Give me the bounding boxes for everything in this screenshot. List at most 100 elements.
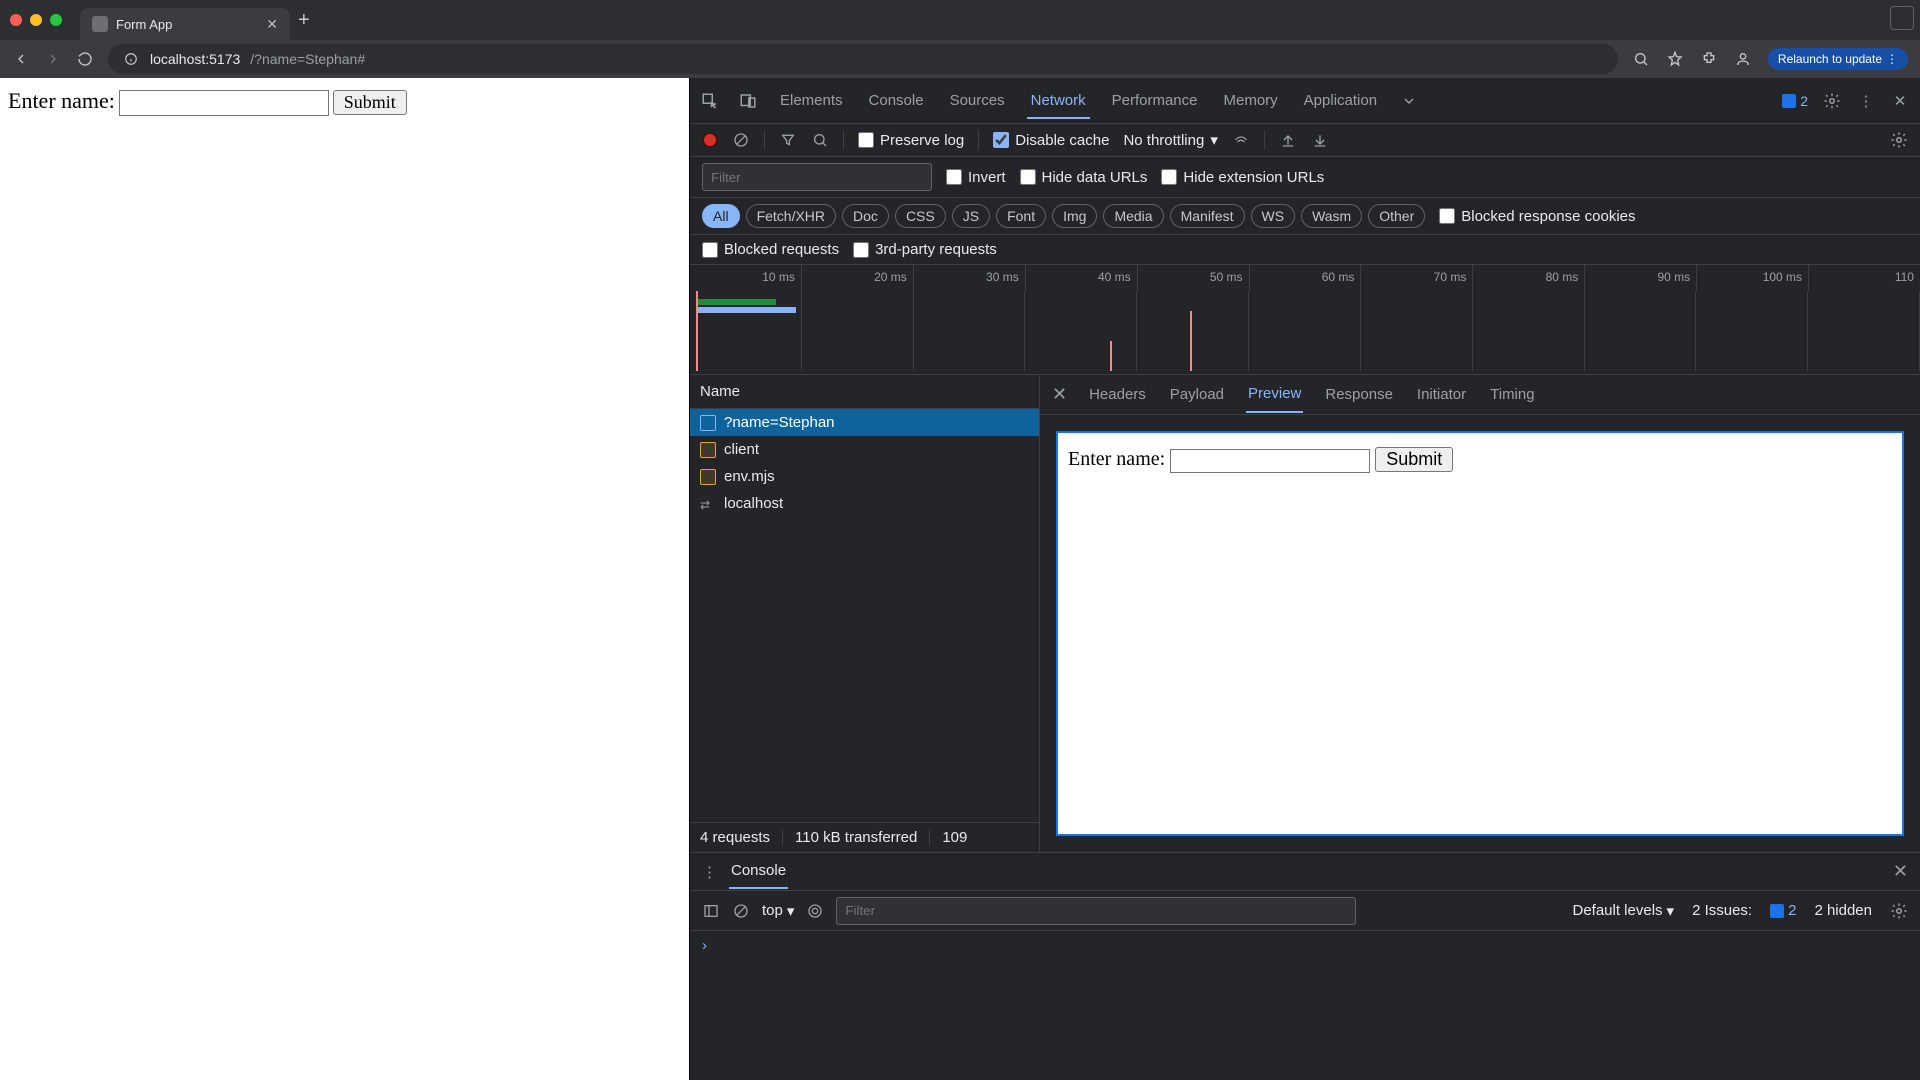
network-filter-input[interactable] xyxy=(702,163,932,191)
type-fetch[interactable]: Fetch/XHR xyxy=(746,204,836,228)
new-tab-button[interactable]: + xyxy=(298,9,310,32)
tab-sources[interactable]: Sources xyxy=(946,82,1009,119)
tab-initiator[interactable]: Initiator xyxy=(1415,377,1468,412)
zoom-icon[interactable] xyxy=(1632,50,1650,68)
tab-elements[interactable]: Elements xyxy=(776,82,847,119)
search-icon[interactable] xyxy=(811,131,829,149)
request-row[interactable]: localhost xyxy=(690,490,1039,517)
network-settings-icon[interactable] xyxy=(1890,131,1908,149)
console-prompt[interactable]: › xyxy=(690,931,1920,960)
request-list: Name ?name=Stephan client env.mjs localh… xyxy=(690,375,1040,852)
close-devtools-icon[interactable]: ✕ xyxy=(1890,91,1910,111)
type-css[interactable]: CSS xyxy=(895,204,946,228)
console-drawer: ⋮ Console ✕ top▾ Default levels▾ 2 Issue… xyxy=(690,852,1920,1080)
type-js[interactable]: JS xyxy=(952,204,990,228)
tab-response[interactable]: Response xyxy=(1323,377,1395,412)
relaunch-button[interactable]: Relaunch to update⋮ xyxy=(1768,48,1908,70)
detail-tabstrip: ✕ Headers Payload Preview Response Initi… xyxy=(1040,375,1920,415)
device-toggle-icon[interactable] xyxy=(738,91,758,111)
type-manifest[interactable]: Manifest xyxy=(1170,204,1245,228)
close-detail-icon[interactable]: ✕ xyxy=(1052,384,1067,405)
type-wasm[interactable]: Wasm xyxy=(1301,204,1362,228)
tab-memory[interactable]: Memory xyxy=(1220,82,1282,119)
settings-icon[interactable] xyxy=(1822,91,1842,111)
upload-har-icon[interactable] xyxy=(1279,131,1297,149)
third-party-checkbox[interactable]: 3rd-party requests xyxy=(853,241,997,258)
console-sidebar-icon[interactable] xyxy=(702,902,720,920)
close-drawer-icon[interactable]: ✕ xyxy=(1893,861,1908,882)
type-ws[interactable]: WS xyxy=(1251,204,1296,228)
close-window-icon[interactable] xyxy=(10,14,22,26)
type-all[interactable]: All xyxy=(702,204,740,228)
tab-payload[interactable]: Payload xyxy=(1168,377,1226,412)
preview-name-input[interactable] xyxy=(1170,449,1370,473)
type-font[interactable]: Font xyxy=(996,204,1046,228)
forward-icon[interactable] xyxy=(44,50,62,68)
hide-extension-urls-checkbox[interactable]: Hide extension URLs xyxy=(1161,169,1324,186)
timeline-tick: 50 ms xyxy=(1138,265,1250,291)
page-viewport: Enter name: Submit xyxy=(0,78,690,1080)
tab-preview[interactable]: Preview xyxy=(1246,376,1303,413)
record-icon[interactable] xyxy=(702,132,718,148)
tab-timing[interactable]: Timing xyxy=(1488,377,1536,412)
execution-context-select[interactable]: top▾ xyxy=(762,902,794,920)
tab-application[interactable]: Application xyxy=(1300,82,1381,119)
tab-headers[interactable]: Headers xyxy=(1087,377,1148,412)
hide-data-urls-checkbox[interactable]: Hide data URLs xyxy=(1020,169,1148,186)
throttling-select[interactable]: No throttling▾ xyxy=(1123,131,1217,149)
type-other[interactable]: Other xyxy=(1368,204,1425,228)
tab-console[interactable]: Console xyxy=(865,82,928,119)
zoom-window-icon[interactable] xyxy=(50,14,62,26)
console-settings-icon[interactable] xyxy=(1890,902,1908,920)
log-levels-select[interactable]: Default levels▾ xyxy=(1572,902,1674,920)
extensions-icon[interactable] xyxy=(1700,50,1718,68)
name-input[interactable] xyxy=(119,90,329,116)
type-doc[interactable]: Doc xyxy=(842,204,889,228)
drawer-kebab-icon[interactable]: ⋮ xyxy=(702,863,715,881)
name-header[interactable]: Name xyxy=(690,375,1039,409)
back-icon[interactable] xyxy=(12,50,30,68)
drawer-tab-console[interactable]: Console xyxy=(729,854,788,889)
site-info-icon[interactable] xyxy=(122,50,140,68)
restore-down-icon[interactable] xyxy=(1890,6,1914,30)
network-toolbar: Preserve log Disable cache No throttling… xyxy=(690,124,1920,157)
timeline-tick: 60 ms xyxy=(1250,265,1362,291)
disable-cache-checkbox[interactable]: Disable cache xyxy=(993,132,1109,149)
submit-button[interactable]: Submit xyxy=(333,90,407,115)
tab-performance[interactable]: Performance xyxy=(1108,82,1202,119)
console-filter-input[interactable] xyxy=(836,897,1356,925)
network-timeline[interactable]: 10 ms 20 ms 30 ms 40 ms 50 ms 60 ms 70 m… xyxy=(690,265,1920,375)
tab-network[interactable]: Network xyxy=(1027,82,1090,119)
clear-icon[interactable] xyxy=(732,131,750,149)
preserve-log-checkbox[interactable]: Preserve log xyxy=(858,132,964,149)
request-row[interactable]: env.mjs xyxy=(690,463,1039,490)
minimize-window-icon[interactable] xyxy=(30,14,42,26)
type-img[interactable]: Img xyxy=(1052,204,1097,228)
inspect-icon[interactable] xyxy=(700,91,720,111)
type-media[interactable]: Media xyxy=(1103,204,1163,228)
filter-icon[interactable] xyxy=(779,131,797,149)
blocked-cookies-checkbox[interactable]: Blocked response cookies xyxy=(1439,208,1635,225)
close-tab-icon[interactable]: ✕ xyxy=(266,16,278,33)
reload-icon[interactable] xyxy=(76,50,94,68)
blocked-requests-checkbox[interactable]: Blocked requests xyxy=(702,241,839,258)
invert-checkbox[interactable]: Invert xyxy=(946,169,1006,186)
favicon-icon xyxy=(92,16,108,32)
browser-tab[interactable]: Form App ✕ xyxy=(80,8,290,40)
bookmark-icon[interactable] xyxy=(1666,50,1684,68)
request-row[interactable]: ?name=Stephan xyxy=(690,409,1039,436)
issues-badge[interactable]: 2 xyxy=(1782,93,1808,109)
clear-console-icon[interactable] xyxy=(732,902,750,920)
profile-icon[interactable] xyxy=(1734,50,1752,68)
hidden-count[interactable]: 2 hidden xyxy=(1814,902,1872,919)
more-tabs-icon[interactable] xyxy=(1399,91,1419,111)
kebab-icon[interactable]: ⋮ xyxy=(1856,91,1876,111)
live-expression-icon[interactable] xyxy=(806,902,824,920)
preview-label: Enter name: xyxy=(1068,448,1165,470)
preview-submit-button[interactable]: Submit xyxy=(1375,447,1453,472)
download-har-icon[interactable] xyxy=(1311,131,1329,149)
address-bar[interactable]: localhost:5173/?name=Stephan# xyxy=(108,44,1618,74)
request-row[interactable]: client xyxy=(690,436,1039,463)
issues-count[interactable]: 2 xyxy=(1770,902,1796,919)
network-conditions-icon[interactable] xyxy=(1232,131,1250,149)
